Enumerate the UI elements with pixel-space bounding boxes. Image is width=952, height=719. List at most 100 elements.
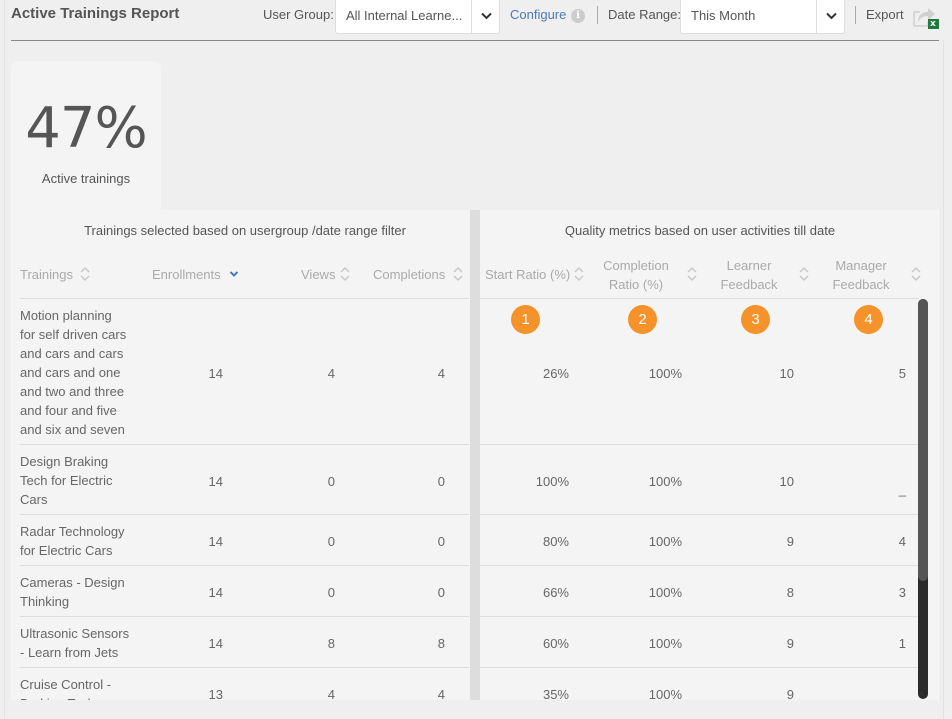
start-ratio-cell: 100% [535, 473, 569, 489]
table-row[interactable]: Cruise Control - Braking Tech 13 4 4 35% 100% 9… [11, 668, 919, 700]
date-range-label: Date Range: [608, 7, 681, 22]
table-scrollbar-thumb[interactable] [918, 299, 928, 581]
section-divider [470, 210, 480, 700]
column-header-start-ratio[interactable]: Start Ratio (%) [485, 265, 570, 284]
training-name-line: Cars [20, 492, 48, 507]
views-cell: 4 [327, 687, 335, 700]
configure-link[interactable]: Configure [510, 7, 566, 22]
enrollments-cell: 13 [208, 687, 223, 700]
row-separator [20, 616, 469, 617]
row-separator [20, 444, 469, 445]
views-cell: 0 [327, 534, 335, 549]
training-name-line: and two and three [20, 384, 125, 399]
training-name-line: Cameras - Design [20, 575, 125, 590]
page-title: Active Trainings Report [11, 5, 180, 22]
training-name-line: Cruise Control - [20, 677, 112, 692]
column-label: Feedback [832, 277, 890, 292]
completion-ratio-cell: 100% [648, 585, 682, 600]
start-ratio-cell: 35% [542, 687, 569, 700]
column-header-enrollments[interactable]: Enrollments [152, 265, 221, 284]
column-header-completions[interactable]: Completions [373, 265, 445, 284]
training-name-cell[interactable]: Cameras - Design Thinking [20, 573, 135, 611]
training-name-cell[interactable]: Ultrasonic Sensors - Learn from Jets [20, 624, 135, 662]
active-trainings-kpi-card: 47% Active trainings [11, 61, 161, 221]
training-name-cell[interactable]: Design Braking Tech for Electric Cars [20, 452, 135, 509]
learner-feedback-cell: 9 [786, 687, 794, 700]
training-name-cell[interactable]: Radar Technology for Electric Cars [20, 522, 135, 560]
row-separator [480, 616, 919, 617]
export-excel-icon[interactable]: x [911, 3, 941, 30]
sort-icon[interactable] [687, 266, 697, 282]
column-label: Trainings [20, 267, 73, 282]
header-separator [855, 6, 856, 24]
sort-desc-icon[interactable] [229, 266, 239, 282]
table-row[interactable]: Cameras - Design Thinking 14 0 0 66% 100% 8 3 [11, 566, 919, 617]
row-separator [480, 444, 919, 445]
table-row[interactable]: Motion planning for self driven cars and c… [11, 299, 919, 445]
sort-icon[interactable] [80, 266, 90, 282]
kpi-value: 47% [25, 96, 147, 161]
header-separator [597, 6, 598, 24]
right-group-title: Quality metrics based on user activities… [564, 223, 836, 238]
row-separator [20, 667, 469, 668]
views-cell: 0 [327, 585, 335, 600]
training-name-line: and six and seven [20, 422, 125, 437]
column-header-completion-ratio[interactable]: Completion Ratio (%) [597, 256, 675, 294]
sort-icon[interactable] [340, 266, 350, 282]
date-range-value: This Month [691, 8, 756, 23]
metric-badge-3: 3 [741, 305, 770, 334]
completion-ratio-cell: 100% [648, 365, 682, 381]
chevron-down-icon [481, 12, 492, 20]
table-row[interactable]: Radar Technology for Electric Cars 14 0 0 80%… [11, 515, 919, 566]
row-separator [20, 565, 469, 566]
column-header-learner-feedback[interactable]: Learner Feedback [711, 256, 787, 294]
report-header: Active Trainings Report User Group: All … [0, 0, 952, 41]
column-header-manager-feedback[interactable]: Manager Feedback [823, 256, 899, 294]
sort-icon[interactable] [799, 266, 809, 282]
column-header-views[interactable]: Views [301, 265, 335, 284]
table-row[interactable]: Design Braking Tech for Electric Cars 14 0 0 1… [11, 445, 919, 515]
row-separator [480, 667, 919, 668]
page-right-border [943, 40, 944, 719]
training-name-cell[interactable]: Motion planning for self driven cars and c… [20, 306, 135, 439]
training-name-cell[interactable]: Cruise Control - Braking Tech [20, 675, 135, 700]
manager-feedback-cell: 1 [898, 636, 906, 651]
completions-cell: 4 [437, 365, 445, 381]
kpi-label: Active trainings [41, 171, 131, 186]
row-separator [480, 514, 919, 515]
info-icon[interactable]: i [571, 9, 585, 23]
sort-icon[interactable] [911, 266, 921, 282]
manager-feedback-cell: 3 [898, 585, 906, 600]
training-name-line: Motion planning [20, 308, 112, 323]
column-header-trainings[interactable]: Trainings [20, 265, 73, 284]
user-group-value: All Internal Learne... [346, 8, 463, 23]
training-name-line: Thinking [20, 594, 70, 609]
enrollments-cell: 14 [208, 585, 223, 600]
manager-feedback-cell: _ [846, 693, 906, 700]
training-name-line: and cars and one [20, 365, 121, 380]
sort-icon[interactable] [453, 266, 463, 282]
learner-feedback-cell: 10 [779, 365, 794, 381]
user-group-dropdown-toggle[interactable] [471, 0, 499, 33]
user-group-select[interactable]: All Internal Learne... [335, 0, 500, 34]
user-group-label: User Group: [263, 7, 334, 22]
row-separator [480, 565, 919, 566]
column-label: Views [301, 267, 336, 282]
training-name-line: Design Braking [20, 454, 109, 469]
completions-cell: 0 [437, 473, 445, 489]
training-name-line: and four and five [20, 403, 117, 418]
export-button[interactable]: Export [866, 7, 904, 22]
enrollments-cell: 14 [208, 636, 223, 651]
table-row[interactable]: Ultrasonic Sensors - Learn from Jets 14 8 8 6… [11, 617, 919, 668]
sort-icon[interactable] [574, 266, 584, 282]
training-name-line: for Electric Cars [20, 543, 113, 558]
column-label: Manager [835, 258, 887, 273]
training-name-line: for self driven cars [20, 327, 127, 342]
header-divider [11, 40, 939, 41]
manager-feedback-cell: _ [898, 481, 906, 497]
date-range-dropdown-toggle[interactable] [816, 0, 844, 33]
start-ratio-cell: 66% [542, 585, 569, 600]
enrollments-cell: 14 [208, 534, 223, 549]
column-label: Learner [726, 258, 772, 273]
date-range-select[interactable]: This Month [680, 0, 845, 34]
